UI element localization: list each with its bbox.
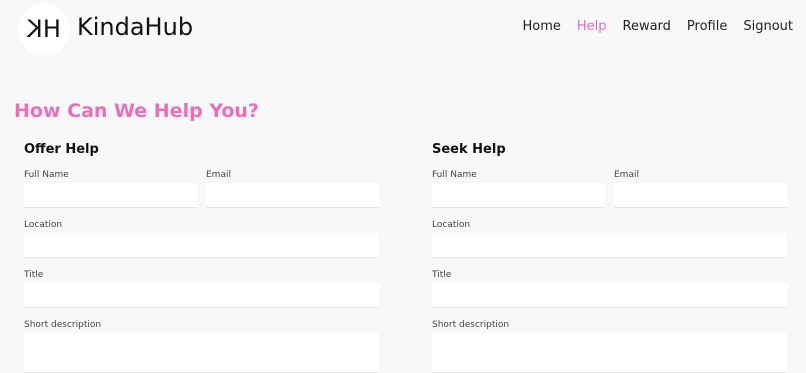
seek-title-label: Title (432, 270, 452, 280)
nav-reward[interactable]: Reward (623, 19, 671, 35)
seek-full-name-label: Full Name (432, 170, 477, 180)
offer-full-name-label: Full Name (24, 170, 69, 180)
offer-help-title: Offer Help (24, 142, 99, 157)
seek-location-input[interactable] (432, 233, 787, 258)
offer-email-input[interactable] (206, 183, 379, 208)
main-nav: Home Help Reward Profile Signout (506, 19, 793, 35)
brand-name[interactable]: KindaHub (77, 12, 193, 42)
seek-full-name-input[interactable] (432, 183, 605, 208)
offer-title-label: Title (24, 270, 44, 280)
seek-description-input[interactable] (432, 333, 787, 373)
nav-home[interactable]: Home (522, 19, 560, 35)
seek-help-title: Seek Help (432, 142, 506, 157)
seek-title-input[interactable] (432, 283, 787, 308)
nav-signout[interactable]: Signout (743, 19, 793, 35)
offer-title-input[interactable] (24, 283, 379, 308)
offer-full-name-input[interactable] (24, 183, 197, 208)
nav-profile[interactable]: Profile (687, 19, 727, 35)
offer-email-label: Email (206, 170, 231, 180)
page-title: How Can We Help You? (14, 100, 259, 122)
seek-email-input[interactable] (614, 183, 787, 208)
offer-description-input[interactable] (24, 333, 379, 373)
seek-description-label: Short description (432, 320, 510, 330)
header: KH KindaHub Home Help Reward Profile Sig… (0, 0, 806, 58)
logo-icon: KH (26, 15, 62, 43)
nav-help[interactable]: Help (577, 19, 607, 35)
seek-location-label: Location (432, 220, 471, 230)
offer-location-input[interactable] (24, 233, 379, 258)
logo[interactable]: KH (18, 3, 70, 55)
seek-email-label: Email (614, 170, 639, 180)
offer-description-label: Short description (24, 320, 102, 330)
offer-location-label: Location (24, 220, 63, 230)
